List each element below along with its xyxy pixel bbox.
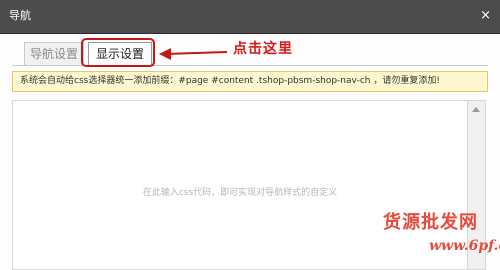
editor-placeholder: 在此输入css代码，即可实现对导航样式的自定义 (142, 188, 338, 198)
close-icon[interactable]: × (480, 8, 491, 24)
watermark-url: www.6pf.cn (429, 238, 500, 254)
watermark-chinese: 货源批发网 (383, 212, 478, 233)
prefix-notice: 系统会自动给css选择器统一添加前缀：#page #content .tshop… (12, 71, 488, 92)
watermark: 货源批发网 www.6pf.cn (383, 208, 500, 268)
tab-navigation-settings[interactable]: 导航设置 (24, 42, 84, 65)
click-here-annotation: 点击这里 (233, 41, 293, 57)
annotation-arrow-icon (159, 48, 228, 60)
scroll-up-icon[interactable] (472, 107, 480, 112)
tab-highlight-box (81, 38, 155, 67)
dialog-titlebar: 导航 × (0, 0, 500, 34)
navigation-dialog: 导航 × 导航设置 显示设置 点击这里 系统会自动给css选择器统一添加前缀：#… (0, 0, 500, 270)
dialog-title: 导航 (9, 9, 31, 22)
